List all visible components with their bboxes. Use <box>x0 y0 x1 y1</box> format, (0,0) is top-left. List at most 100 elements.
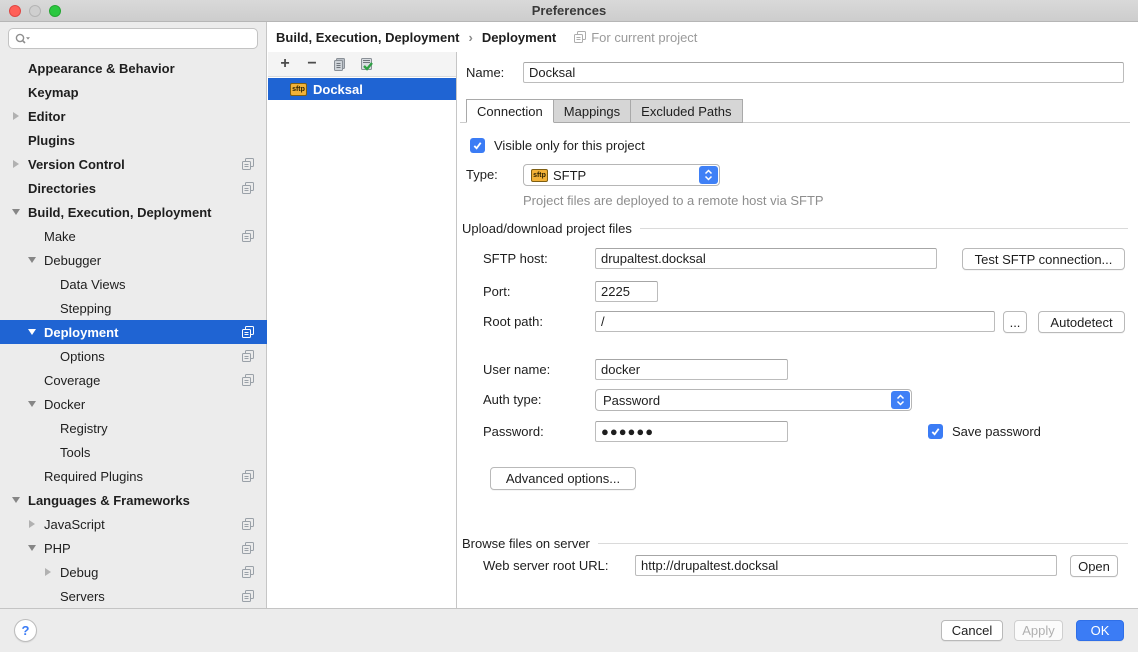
sidebar-item-keymap[interactable]: Keymap <box>0 80 267 104</box>
breadcrumb-parent[interactable]: Build, Execution, Deployment <box>276 30 459 45</box>
search-options-caret <box>26 37 30 39</box>
upload-section-header: Upload/download project files <box>462 219 1128 237</box>
port-label: Port: <box>483 281 510 303</box>
sidebar-item-version-control[interactable]: Version Control <box>0 152 267 176</box>
chevron-right-icon[interactable] <box>10 110 22 122</box>
autodetect-button[interactable]: Autodetect <box>1038 311 1125 333</box>
sidebar-item-servers[interactable]: Servers <box>0 584 267 608</box>
save-password-checkbox[interactable] <box>928 424 943 439</box>
project-scope-icon <box>242 158 254 170</box>
web-url-row: Web server root URL: Open <box>458 555 1138 577</box>
sidebar-item-coverage[interactable]: Coverage <box>0 368 267 392</box>
browse-root-path-button[interactable]: ... <box>1003 311 1027 333</box>
chevron-down-icon[interactable] <box>26 326 38 338</box>
chevron-right-icon[interactable] <box>26 518 38 530</box>
add-server-icon[interactable]: + <box>277 56 293 72</box>
chevron-down-icon[interactable] <box>26 542 38 554</box>
sidebar-item-registry[interactable]: Registry <box>0 416 267 440</box>
visible-only-checkbox[interactable] <box>470 138 485 153</box>
root-path-input[interactable] <box>595 311 995 332</box>
ok-button[interactable]: OK <box>1076 620 1124 641</box>
password-row: Password: Save password <box>458 421 1138 443</box>
browse-section-header: Browse files on server <box>462 534 1128 552</box>
sidebar-item-stepping[interactable]: Stepping <box>0 296 267 320</box>
tab-mappings[interactable]: Mappings <box>553 99 631 123</box>
section-divider <box>598 543 1128 544</box>
dialog-footer: ? Cancel Apply OK <box>0 608 1138 652</box>
advanced-options-button[interactable]: Advanced options... <box>490 467 636 490</box>
sidebar-item-debugger[interactable]: Debugger <box>0 248 267 272</box>
search-input[interactable] <box>8 28 258 49</box>
sidebar-item-deployment-selected[interactable]: Deployment <box>0 320 267 344</box>
sidebar-item-data-views[interactable]: Data Views <box>0 272 267 296</box>
user-name-input[interactable] <box>595 359 788 380</box>
auth-type-label: Auth type: <box>483 389 542 411</box>
select-stepper-icon <box>699 166 718 184</box>
chevron-right-icon[interactable] <box>42 566 54 578</box>
type-hint-text: Project files are deployed to a remote h… <box>523 192 824 210</box>
duplicate-server-icon[interactable] <box>331 56 347 72</box>
sidebar-item-directories[interactable]: Directories <box>0 176 267 200</box>
sidebar-item-tools[interactable]: Tools <box>0 440 267 464</box>
tree-spacer <box>10 86 22 98</box>
tree-spacer <box>42 278 54 290</box>
tree-spacer <box>10 182 22 194</box>
tree-spacer <box>42 422 54 434</box>
auth-type-select[interactable]: Password <box>595 389 912 411</box>
remove-server-icon[interactable]: − <box>304 56 320 72</box>
chevron-down-icon[interactable] <box>10 494 22 506</box>
sidebar-item-appearance-behavior[interactable]: Appearance & Behavior <box>0 56 267 80</box>
sidebar-item-languages-frameworks[interactable]: Languages & Frameworks <box>0 488 267 512</box>
apply-button: Apply <box>1014 620 1063 641</box>
auth-type-value: Password <box>603 393 660 408</box>
deployment-form: Name: Connection Mappings Excluded Paths… <box>458 52 1138 608</box>
cancel-button[interactable]: Cancel <box>941 620 1003 641</box>
sidebar-item-debug[interactable]: Debug <box>0 560 267 584</box>
chevron-down-icon[interactable] <box>26 254 38 266</box>
chevron-right-icon[interactable] <box>10 158 22 170</box>
open-url-button[interactable]: Open <box>1070 555 1118 577</box>
project-scope-icon <box>242 374 254 386</box>
type-select[interactable]: sftp SFTP <box>523 164 720 186</box>
root-path-label: Root path: <box>483 311 543 333</box>
sidebar-item-plugins[interactable]: Plugins <box>0 128 267 152</box>
project-scope-icon <box>574 31 586 43</box>
chevron-down-icon[interactable] <box>26 398 38 410</box>
password-input[interactable] <box>595 421 788 442</box>
use-as-default-icon[interactable] <box>358 56 374 72</box>
sidebar-item-make[interactable]: Make <box>0 224 267 248</box>
port-input[interactable] <box>595 281 658 302</box>
sidebar-item-options[interactable]: Options <box>0 344 267 368</box>
settings-tree: Appearance & Behavior Keymap Editor Plug… <box>0 56 267 608</box>
sidebar-item-php[interactable]: PHP <box>0 536 267 560</box>
password-label: Password: <box>483 421 544 443</box>
help-button[interactable]: ? <box>14 619 37 642</box>
sidebar-item-build-execution-deployment[interactable]: Build, Execution, Deployment <box>0 200 267 224</box>
check-icon <box>930 426 941 437</box>
sidebar-item-javascript[interactable]: JavaScript <box>0 512 267 536</box>
project-scope-icon <box>242 566 254 578</box>
title-bar: Preferences <box>0 0 1138 22</box>
sidebar-item-docker[interactable]: Docker <box>0 392 267 416</box>
chevron-down-icon[interactable] <box>10 206 22 218</box>
tab-connection[interactable]: Connection <box>466 99 554 123</box>
visible-only-label[interactable]: Visible only for this project <box>494 135 645 157</box>
type-label: Type: <box>466 164 498 186</box>
project-scope-icon <box>242 518 254 530</box>
tab-excluded-paths[interactable]: Excluded Paths <box>630 99 742 123</box>
tree-spacer <box>26 374 38 386</box>
port-row: Port: <box>458 281 1138 303</box>
test-sftp-connection-button[interactable]: Test SFTP connection... <box>962 248 1125 270</box>
sidebar-item-editor[interactable]: Editor <box>0 104 267 128</box>
tree-spacer <box>42 590 54 602</box>
sidebar-item-required-plugins[interactable]: Required Plugins <box>0 464 267 488</box>
web-url-input[interactable] <box>635 555 1057 576</box>
save-password-label[interactable]: Save password <box>952 421 1041 443</box>
server-list-item-docksal[interactable]: sftp Docksal <box>268 78 456 100</box>
sftp-host-input[interactable] <box>595 248 937 269</box>
tree-spacer <box>10 62 22 74</box>
name-input[interactable] <box>523 62 1124 83</box>
sftp-file-icon: sftp <box>531 169 548 182</box>
auth-type-row: Auth type: Password <box>458 389 1138 411</box>
scope-context-label: For current project <box>591 30 697 45</box>
